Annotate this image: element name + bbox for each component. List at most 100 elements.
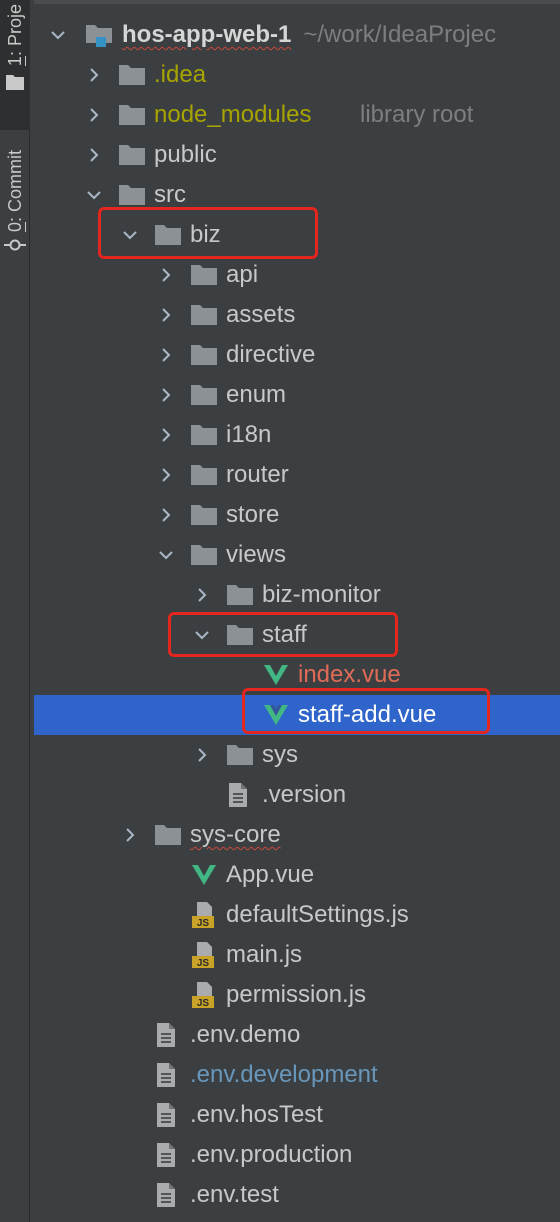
tree-row-env-development[interactable]: .env.development — [34, 1055, 560, 1095]
folder-icon — [118, 143, 146, 167]
tree-item-label: views — [226, 541, 287, 568]
tree-row-env-hostest[interactable]: .env.hosTest — [34, 1095, 560, 1135]
chevron-right-icon[interactable] — [120, 825, 140, 845]
tree-row-biz-monitor[interactable]: biz-monitor — [34, 575, 560, 615]
tree-item-label: .version — [262, 781, 347, 808]
folder-icon — [226, 743, 254, 767]
vue-file-icon — [262, 703, 290, 727]
svg-text:JS: JS — [197, 958, 210, 969]
tree-row-staff-add-vue[interactable]: staff-add.vue — [34, 695, 560, 735]
tree-item-label: router — [226, 461, 289, 488]
tree-row-main-js[interactable]: JS main.js — [34, 935, 560, 975]
project-tab-number: 1 — [4, 56, 25, 67]
tree-item-label: staff-add.vue — [298, 701, 437, 728]
chevron-right-icon[interactable] — [156, 505, 176, 525]
chevron-down-icon[interactable] — [120, 225, 140, 245]
chevron-right-icon[interactable] — [84, 145, 104, 165]
tree-item-label: store — [226, 501, 280, 528]
tree-row-permission-js[interactable]: JS permission.js — [34, 975, 560, 1015]
tree-row-public[interactable]: public — [34, 135, 560, 175]
chevron-right-icon[interactable] — [156, 425, 176, 445]
chevron-down-icon[interactable] — [192, 625, 212, 645]
tree-item-label: sys-core — [190, 821, 281, 848]
chevron-right-icon[interactable] — [192, 585, 212, 605]
text-file-icon — [154, 1062, 178, 1088]
folder-icon — [226, 623, 254, 647]
tree-row-i18n[interactable]: i18n — [34, 415, 560, 455]
tree-item-label: i18n — [226, 421, 272, 448]
tree-item-label: biz — [190, 221, 221, 248]
text-file-icon — [226, 782, 250, 808]
tree-row-store[interactable]: store — [34, 495, 560, 535]
svg-text:JS: JS — [197, 998, 210, 1009]
chevron-right-icon[interactable] — [84, 105, 104, 125]
folder-icon — [118, 183, 146, 207]
tree-item-label: api — [226, 261, 259, 288]
tree-item-label: index.vue — [298, 661, 401, 688]
module-folder-icon — [84, 22, 114, 48]
chevron-right-icon[interactable] — [192, 745, 212, 765]
tree-row-biz[interactable]: biz — [34, 215, 560, 255]
tree-row-root[interactable]: hos-app-web-1 ~/work/IdeaProjec — [34, 15, 560, 55]
chevron-right-icon[interactable] — [156, 305, 176, 325]
svg-text:JS: JS — [197, 918, 210, 929]
text-file-icon — [154, 1022, 178, 1048]
chevron-right-icon[interactable] — [156, 345, 176, 365]
folder-icon — [190, 303, 218, 327]
chevron-right-icon[interactable] — [84, 65, 104, 85]
chevron-down-icon[interactable] — [48, 25, 68, 45]
folder-icon — [226, 583, 254, 607]
tree-row-env-production[interactable]: .env.production — [34, 1135, 560, 1175]
tree-item-label: enum — [226, 381, 287, 408]
root-module-path: ~/work/IdeaProjec — [303, 21, 497, 48]
tree-item-label: .env.test — [190, 1181, 279, 1208]
chevron-right-icon[interactable] — [156, 265, 176, 285]
vue-file-icon — [262, 663, 290, 687]
tree-item-label: staff — [262, 621, 307, 648]
chevron-down-icon[interactable] — [84, 185, 104, 205]
chevron-right-icon[interactable] — [156, 385, 176, 405]
tree-row-idea[interactable]: .idea — [34, 55, 560, 95]
chevron-right-icon[interactable] — [156, 465, 176, 485]
tree-item-label: assets — [226, 301, 296, 328]
tree-row-version[interactable]: .version — [34, 775, 560, 815]
tree-row-env-test[interactable]: .env.test — [34, 1175, 560, 1215]
tree-row-app-vue[interactable]: App.vue — [34, 855, 560, 895]
tree-row-default-settings[interactable]: JS defaultSettings.js — [34, 895, 560, 935]
tree-row-directive[interactable]: directive — [34, 335, 560, 375]
tree-item-label: .env.production — [190, 1141, 353, 1168]
project-tool-tab[interactable]: 1: Proje — [2, 4, 28, 92]
text-file-icon — [154, 1182, 178, 1208]
tree-row-api[interactable]: api — [34, 255, 560, 295]
folder-icon — [190, 343, 218, 367]
folder-icon — [190, 503, 218, 527]
tree-row-sys[interactable]: sys — [34, 735, 560, 775]
tree-item-label: App.vue — [226, 861, 315, 888]
commit-tab-label: Commit — [4, 150, 25, 212]
tree-item-label: main.js — [226, 941, 303, 968]
tree-item-label: src — [154, 181, 186, 208]
tree-row-index-vue[interactable]: index.vue — [34, 655, 560, 695]
folder-icon — [190, 463, 218, 487]
tree-row-views[interactable]: views — [34, 535, 560, 575]
javascript-file-icon: JS — [190, 901, 218, 929]
tree-row-enum[interactable]: enum — [34, 375, 560, 415]
tree-item-label: .env.development — [190, 1061, 378, 1088]
tree-row-src[interactable]: src — [34, 175, 560, 215]
folder-icon — [190, 263, 218, 287]
javascript-file-icon: JS — [190, 941, 218, 969]
tree-row-staff[interactable]: staff — [34, 615, 560, 655]
chevron-down-icon[interactable] — [156, 545, 176, 565]
project-tab-label: Proje — [4, 4, 25, 47]
folder-icon — [154, 223, 182, 247]
folder-icon — [154, 823, 182, 847]
tree-row-node-modules[interactable]: node_modules library root — [34, 95, 560, 135]
commit-tool-tab[interactable]: 0: Commit — [2, 150, 28, 252]
tree-row-assets[interactable]: assets — [34, 295, 560, 335]
tree-row-env-demo[interactable]: .env.demo — [34, 1015, 560, 1055]
tree-item-label: biz-monitor — [262, 581, 381, 608]
tree-row-router[interactable]: router — [34, 455, 560, 495]
tree-row-sys-core[interactable]: sys-core — [34, 815, 560, 855]
tree-item-label: permission.js — [226, 981, 367, 1008]
tree-item-label: .env.demo — [190, 1021, 301, 1048]
